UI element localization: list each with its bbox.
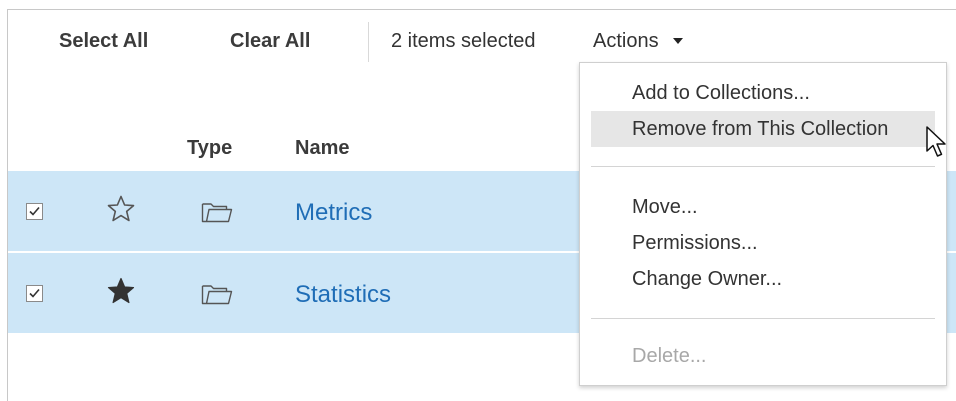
star-outline-icon[interactable] xyxy=(106,194,136,224)
clear-all-button[interactable]: Clear All xyxy=(230,29,310,53)
caret-down-icon xyxy=(672,38,683,44)
menu-item-add-to-collections[interactable]: Add to Collections... xyxy=(591,75,935,111)
menu-divider xyxy=(591,318,935,319)
select-all-button[interactable]: Select All xyxy=(59,29,148,53)
folder-icon xyxy=(201,203,233,223)
mouse-cursor-icon xyxy=(926,126,946,157)
column-header-name[interactable]: Name xyxy=(295,136,349,160)
actions-label: Actions xyxy=(593,30,659,52)
star-filled-icon[interactable] xyxy=(106,276,136,306)
item-name-link[interactable]: Metrics xyxy=(295,199,372,227)
menu-divider xyxy=(591,166,935,167)
menu-item-move[interactable]: Move... xyxy=(591,189,935,225)
toolbar-divider xyxy=(368,22,369,62)
column-header-type[interactable]: Type xyxy=(187,136,232,160)
menu-item-remove-from-collection[interactable]: Remove from This Collection xyxy=(591,111,935,147)
item-name-link[interactable]: Statistics xyxy=(295,281,391,309)
folder-icon xyxy=(201,285,233,305)
row-checkbox[interactable] xyxy=(26,203,43,220)
menu-item-delete: Delete... xyxy=(632,345,707,367)
checkmark-icon xyxy=(29,288,40,298)
checkmark-icon xyxy=(29,206,40,216)
actions-dropdown-button[interactable]: Actions xyxy=(593,29,683,53)
menu-item-permissions[interactable]: Permissions... xyxy=(591,225,935,261)
row-checkbox[interactable] xyxy=(26,285,43,302)
menu-item-change-owner[interactable]: Change Owner... xyxy=(591,261,935,297)
actions-menu: Add to Collections... Remove from This C… xyxy=(579,62,947,386)
selection-count: 2 items selected xyxy=(391,30,536,52)
